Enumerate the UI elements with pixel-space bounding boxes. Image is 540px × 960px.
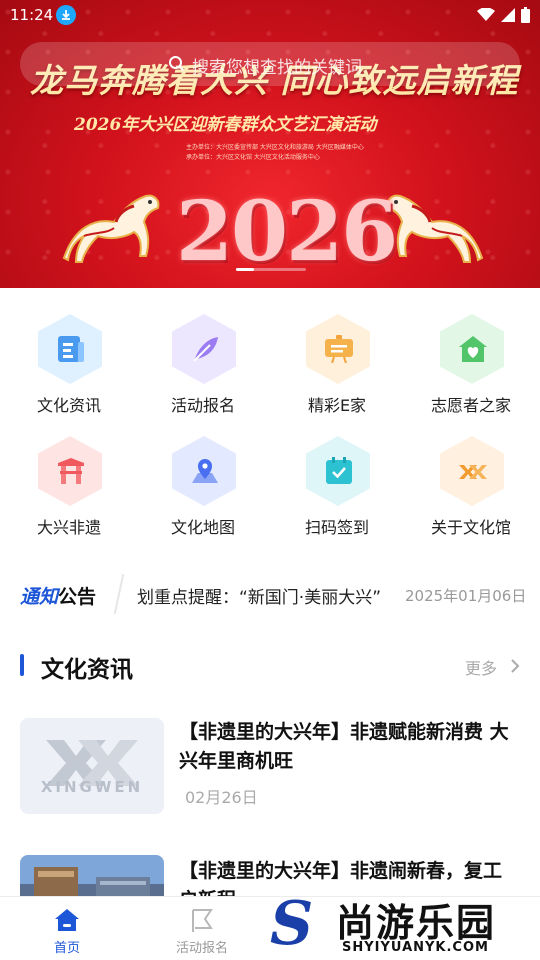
notice-badge-black: 公告 (58, 586, 97, 608)
map-pin-icon (192, 459, 218, 483)
grid-label: 扫码签到 (304, 518, 369, 537)
grid-label: 关于文化馆 (430, 518, 511, 537)
status-bar: 11:24 (0, 0, 540, 32)
heart-house-icon (459, 336, 487, 362)
grid-label: 文化地图 (170, 518, 235, 537)
search-icon (169, 56, 185, 72)
grid-label: 志愿者之家 (430, 396, 511, 415)
wifi-icon (477, 8, 495, 21)
status-time: 11:24 (10, 6, 54, 24)
watermark-s-mark: S (270, 889, 314, 959)
download-icon (56, 5, 76, 25)
system-icons (477, 7, 530, 23)
grid-item-about-culture-center[interactable]: 关于文化馆 (404, 436, 538, 546)
more-link[interactable]: 更多 (465, 655, 497, 679)
banner-carousel[interactable]: 11:24 龙马奔腾看大兴 同心致远启新程 搜索您想查找的关键词 2026年大兴… (0, 0, 540, 288)
battery-icon (521, 7, 530, 23)
news-item[interactable]: XINGWEN 【非遗里的大兴年】非遗赋能新消费 大兴年里商机旺 02月26日 (20, 718, 520, 818)
news-thumbnail-logo-text: XINGWEN (40, 778, 144, 796)
grid-label: 文化资讯 (36, 396, 101, 415)
gate-icon (58, 458, 84, 484)
signal-icon (501, 8, 515, 22)
flag-icon (192, 909, 213, 932)
banner-subtitle: 2026年大兴区迎新春群众文艺汇演活动 (74, 115, 377, 135)
tab-home[interactable]: 首页 (22, 903, 112, 957)
watermark-url: SHYIYUANYK.COM (342, 940, 489, 955)
banner-organizers: 主办单位：大兴区委宣传部 大兴区文化和旅游局 大兴区融媒体中心 承办单位：大兴区… (186, 143, 364, 163)
grid-item-volunteer-home[interactable]: 志愿者之家 (404, 314, 538, 424)
xx-logo-icon (459, 465, 487, 479)
news-title[interactable]: 【非遗里的大兴年】非遗赋能新消费 大兴年里商机旺 (179, 718, 519, 776)
notice-date: 2025年01月06日 (405, 587, 527, 605)
banner-organizer-line: 承办单位：大兴区文化馆 大兴区文化活动服务中心 (186, 154, 320, 161)
horse-illustration-left (62, 194, 160, 263)
search-bar[interactable]: 搜索您想查找的关键词 (20, 42, 520, 86)
grid-item-intangible-heritage[interactable]: 大兴非遗 (2, 436, 136, 546)
banner-organizer-line: 主办单位：大兴区委宣传部 大兴区文化和旅游局 大兴区融媒体中心 (186, 144, 364, 151)
easel-icon (325, 335, 353, 363)
notice-text[interactable]: 划重点提醒：“新国门·美丽大兴” (137, 583, 399, 608)
news-thumbnail: XINGWEN (20, 718, 164, 814)
section-title: 文化资讯 (41, 657, 133, 683)
tab-label: 活动报名 (175, 941, 228, 956)
chevron-right-icon[interactable] (510, 659, 520, 673)
calendar-check-icon (326, 457, 352, 484)
xingwen-logo-icon (46, 740, 138, 786)
feather-icon (193, 337, 218, 362)
tab-label: 首页 (53, 941, 80, 956)
news-date: 02月26日 (185, 788, 258, 807)
notice-badge: 通知公告 (20, 582, 96, 609)
app-screen: 11:24 龙马奔腾看大兴 同心致远启新程 搜索您想查找的关键词 2026年大兴… (0, 0, 540, 960)
grid-item-culture-map[interactable]: 文化地图 (136, 436, 270, 546)
banner-year: 2026 (176, 184, 398, 280)
grid-label: 精彩E家 (307, 396, 367, 415)
tab-event-signup[interactable]: 活动报名 (157, 903, 247, 957)
carousel-indicator-active (236, 268, 254, 271)
watermark-logo: S 尚游乐园 SHYIYUANYK.COM (262, 890, 540, 960)
grid-item-e-home[interactable]: 精彩E家 (270, 314, 404, 424)
search-input[interactable]: 搜索您想查找的关键词 (192, 53, 362, 78)
grid-item-event-signup[interactable]: 活动报名 (136, 314, 270, 424)
grid-label: 活动报名 (170, 396, 235, 415)
home-icon (55, 909, 79, 931)
notice-badge-blue: 通知 (20, 586, 59, 608)
grid-item-scan-checkin[interactable]: 扫码签到 (270, 436, 404, 546)
notice-bar[interactable]: 通知公告 划重点提醒：“新国门·美丽大兴” 2025年01月06日 (0, 568, 540, 620)
carousel-indicator (236, 268, 306, 271)
document-icon (58, 336, 84, 362)
watermark-text: 尚游乐园 (336, 901, 497, 945)
grid-label: 大兴非遗 (36, 518, 101, 537)
notice-divider (113, 574, 125, 614)
section-accent-bar (20, 654, 24, 676)
grid-item-culture-news[interactable]: 文化资讯 (2, 314, 136, 424)
